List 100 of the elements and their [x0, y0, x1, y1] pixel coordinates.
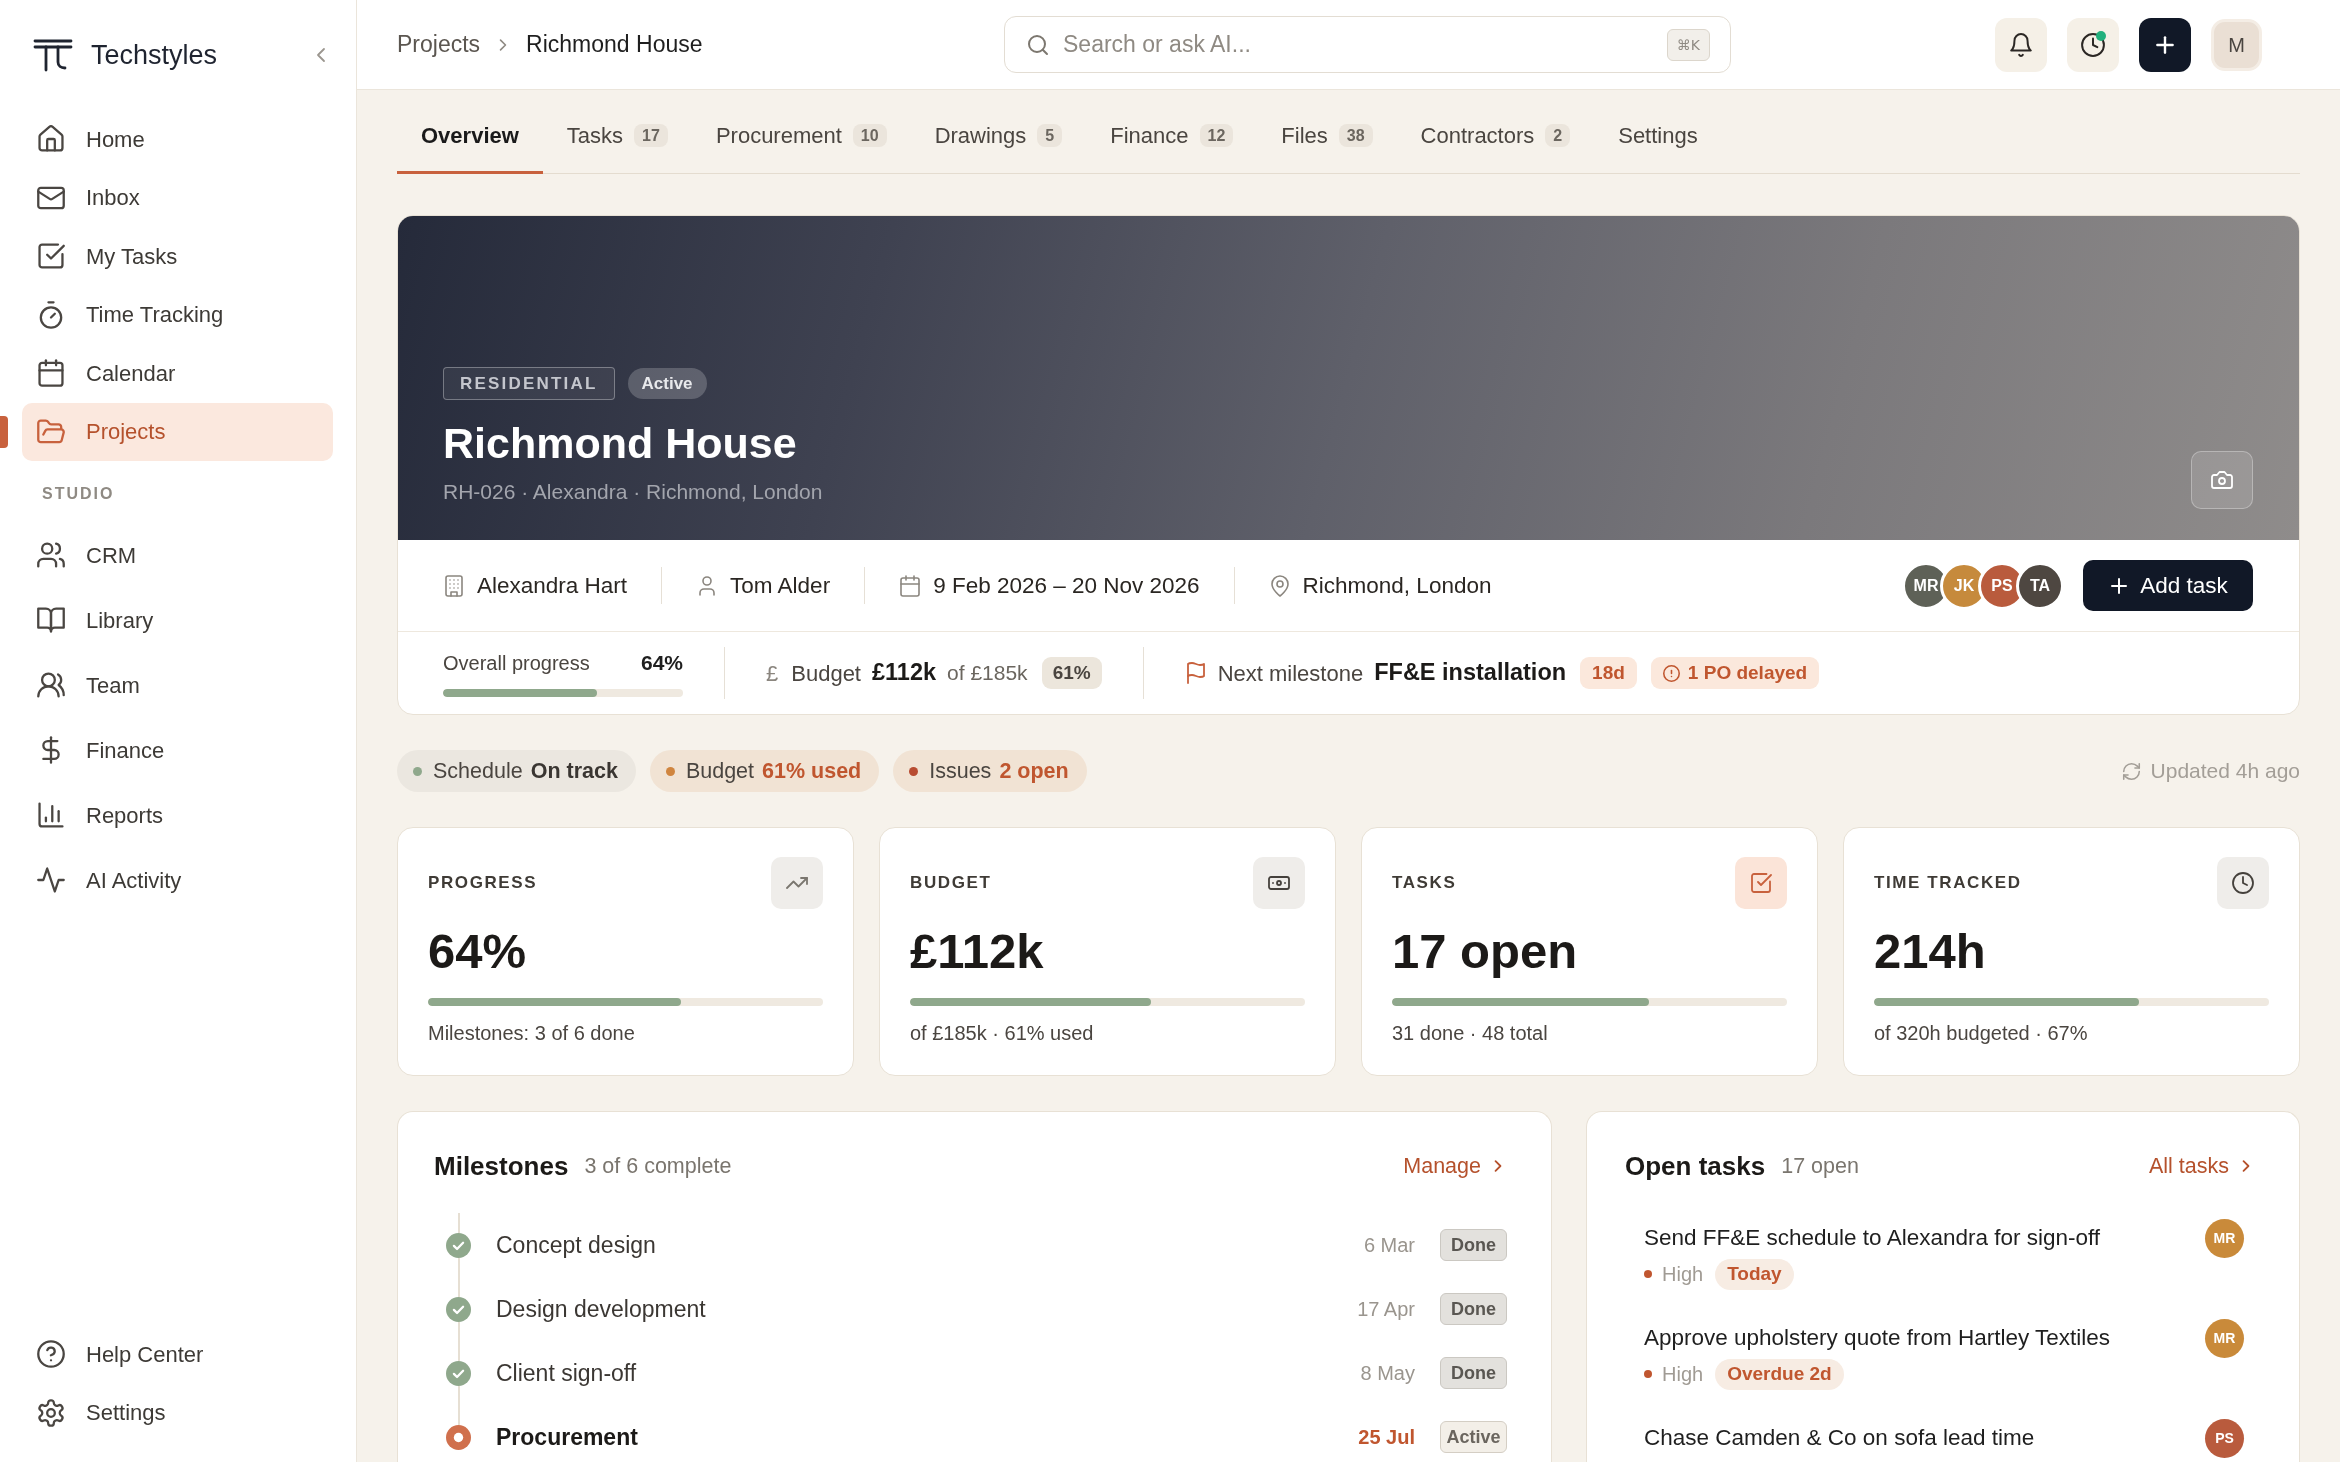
tab[interactable]: Finance 12: [1086, 100, 1258, 174]
milestone-name: Design development: [496, 1294, 706, 1324]
check-circle-icon: [446, 1296, 471, 1322]
nav-item[interactable]: AI Activity: [22, 851, 333, 910]
tab[interactable]: Drawings 5: [910, 100, 1087, 174]
date-range: 9 Feb 2026 – 20 Nov 2026: [933, 571, 1200, 600]
project-subtitle: RH-026 · Alexandra · Richmond, London: [443, 479, 823, 505]
create-button[interactable]: [2139, 17, 2191, 72]
status-badge: Done: [1440, 1293, 1507, 1325]
book-icon: [37, 606, 65, 635]
breadcrumb-link[interactable]: Projects: [397, 27, 481, 62]
status-badge: Done: [1440, 1229, 1507, 1261]
shortcut-hint: ⌘K: [1666, 28, 1710, 61]
milestone-label: Next milestone: [1217, 659, 1364, 688]
panel-link[interactable]: Manage: [1403, 1149, 1507, 1183]
nav-item[interactable]: CRM: [22, 526, 333, 585]
check-circle-icon: [446, 1360, 471, 1386]
search-field[interactable]: Search or ask AI...: [1063, 27, 1653, 62]
status-badge: Done: [1440, 1357, 1507, 1389]
nav-item[interactable]: Projects: [22, 402, 333, 461]
type-tag: RESIDENTIAL: [443, 367, 615, 400]
panel-title: Open tasks: [1625, 1149, 1766, 1183]
pill-value: 61% used: [762, 757, 862, 785]
user-avatar[interactable]: M: [2211, 18, 2262, 71]
camera-button[interactable]: [2191, 451, 2253, 509]
bell-icon: [2009, 32, 2033, 57]
nav-item[interactable]: Inbox: [22, 168, 333, 227]
pill-value: 2 open: [999, 757, 1069, 785]
nav-item[interactable]: Reports: [22, 786, 333, 845]
due-badge: Today: [1715, 1259, 1794, 1290]
tab-count: 10: [852, 123, 887, 148]
nav-item[interactable]: Library: [22, 591, 333, 650]
milestone-name: Procurement: [496, 1422, 638, 1452]
status-tag: Active: [627, 368, 707, 399]
section-label: STUDIO: [41, 484, 116, 504]
bar-chart-icon: [37, 801, 65, 830]
nav-item[interactable]: Settings: [22, 1383, 333, 1442]
tab[interactable]: Settings: [1594, 100, 1722, 174]
milestone-date: 17 Apr: [1357, 1297, 1415, 1322]
milestone-name: FF&E installation: [1374, 658, 1567, 688]
folder-icon: [37, 417, 65, 446]
metric-note: of 320h budgeted · 67%: [1874, 1021, 2089, 1046]
metric-label: TIME TRACKED: [1874, 872, 2022, 895]
panel-link[interactable]: All tasks: [2148, 1149, 2255, 1183]
days-badge: 18d: [1580, 657, 1637, 689]
manager-name: Tom Alder: [730, 571, 831, 600]
budget-total: of £185k: [947, 660, 1028, 687]
timer-button[interactable]: [2067, 17, 2119, 72]
nav-item[interactable]: Calendar: [22, 344, 333, 403]
active-indicator: [0, 415, 8, 448]
pulse-icon: [37, 866, 65, 895]
calendar-icon: [37, 359, 65, 388]
metric-value: £112k: [910, 923, 1045, 980]
currency-symbol: £: [766, 659, 779, 688]
task-title[interactable]: Approve upholstery quote from Hartley Textiles: [1644, 1323, 2189, 1353]
tab-count: 2: [1545, 123, 1571, 148]
client-name: Alexandra Hart: [477, 571, 628, 600]
metric-value: 214h: [1874, 923, 1987, 980]
pill-label: Schedule: [433, 757, 523, 785]
nav-item[interactable]: My Tasks: [22, 227, 333, 286]
checkbox-icon: [37, 242, 65, 271]
status-badge: Active: [1440, 1421, 1507, 1453]
tab[interactable]: Files 38: [1257, 100, 1397, 174]
panel-title: Milestones: [434, 1149, 569, 1183]
task-title[interactable]: Send FF&E schedule to Alexandra for sign-off: [1644, 1223, 2189, 1253]
breadcrumb-current: Richmond House: [526, 30, 703, 60]
add-task-button[interactable]: Add task: [2083, 560, 2253, 611]
refresh-icon: [2121, 761, 2141, 781]
panel-summary: 17 open: [1781, 1152, 1859, 1180]
priority-text: High: [1662, 1362, 1704, 1388]
metric-note: 31 done · 48 total: [1392, 1021, 1549, 1046]
camera-icon: [2211, 469, 2233, 491]
panel-summary: 3 of 6 complete: [584, 1152, 732, 1180]
nav-item[interactable]: Finance: [22, 721, 333, 780]
metric-value: 17 open: [1392, 923, 1579, 980]
circle-dot-icon: [446, 1424, 471, 1450]
people-icon: [37, 671, 65, 700]
stopwatch-icon: [37, 300, 65, 329]
progress-label: Overall progress: [443, 650, 590, 676]
nav-item[interactable]: Time Tracking: [22, 285, 333, 344]
nav-item[interactable]: Help Center: [22, 1325, 333, 1384]
milestone-name: Client sign-off: [496, 1358, 637, 1388]
nav-item[interactable]: Team: [22, 656, 333, 715]
task-title[interactable]: Chase Camden & Co on sofa lead time: [1644, 1423, 2189, 1453]
pill-value: On track: [530, 757, 618, 785]
check-circle-icon: [446, 1232, 471, 1258]
avatar: MR: [2205, 1319, 2244, 1358]
notifications-button[interactable]: [1995, 17, 2047, 72]
avatar: PS: [2205, 1419, 2244, 1458]
tab[interactable]: Contractors 2: [1396, 100, 1595, 174]
milestone-name: Concept design: [496, 1230, 656, 1260]
tab[interactable]: Procurement 10: [691, 100, 911, 174]
people-icon: [37, 541, 65, 570]
metric-label: BUDGET: [910, 872, 992, 895]
tab[interactable]: Overview: [397, 100, 543, 174]
tab[interactable]: Tasks 17: [542, 100, 692, 174]
priority-text: High: [1662, 1262, 1704, 1288]
project-title: Richmond House: [443, 418, 798, 469]
metric-value: 64%: [428, 923, 528, 980]
nav-item[interactable]: Home: [22, 110, 333, 169]
